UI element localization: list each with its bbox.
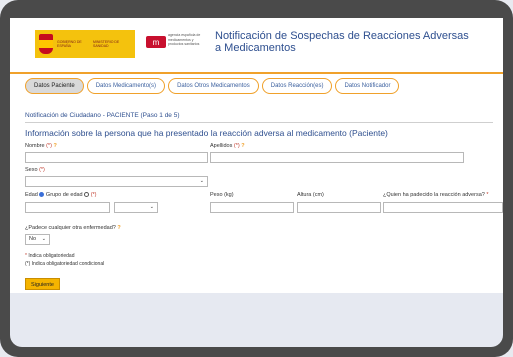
apellidos-input[interactable]: [210, 152, 464, 163]
header-divider: [10, 72, 503, 74]
altura-input[interactable]: [297, 202, 381, 213]
quien-input[interactable]: [383, 202, 503, 213]
otra-enfermedad-select[interactable]: No ⌄: [25, 234, 50, 245]
required-note: * Indica obligatoriedad: [25, 253, 75, 259]
apellidos-label: Apellidos (*) ?: [210, 143, 245, 149]
tab-datos-reacciones[interactable]: Datos Reacción(es): [261, 78, 333, 94]
aemps-logo-icon: m: [146, 36, 166, 48]
tab-datos-paciente[interactable]: Datos Paciente: [25, 78, 84, 94]
section-title: Información sobre la persona que ha pres…: [25, 128, 388, 138]
sexo-label: Sexo (*): [25, 167, 45, 173]
page-title: Notificación de Sospechas de Reacciones …: [215, 30, 469, 54]
help-icon[interactable]: ?: [53, 143, 56, 149]
edad-label: Edad Grupo de edad (*): [25, 192, 97, 198]
chevron-down-icon: ⌄: [41, 236, 46, 242]
tab-datos-otros-medicamentos[interactable]: Datos Otros Medicamentos: [168, 78, 259, 94]
sexo-select[interactable]: ⌄: [25, 176, 208, 187]
peso-label: Peso (kg): [210, 192, 234, 198]
conditional-note: (*) Indica obligatoriedad condicional: [25, 261, 105, 267]
quien-label: ¿Quien ha padecido la reacción adversa? …: [383, 192, 489, 198]
step-tabs: Datos Paciente Datos Medicamento(s) Dato…: [25, 78, 400, 94]
grupo-edad-radio[interactable]: [84, 192, 90, 198]
divider: [25, 122, 493, 123]
help-icon[interactable]: ?: [241, 143, 244, 149]
step-title: Notificación de Ciudadano - PACIENTE (Pa…: [25, 112, 180, 119]
nombre-input[interactable]: [25, 152, 208, 163]
peso-input[interactable]: [210, 202, 294, 213]
altura-label: Altura (cm): [297, 192, 324, 198]
app-window: GOBIERNO DE ESPAÑA MINISTERIO DE SANIDAD…: [10, 18, 503, 293]
nombre-label: Nombre (*) ?: [25, 143, 57, 149]
edad-input[interactable]: [25, 202, 110, 213]
chevron-down-icon: ⌄: [149, 204, 154, 210]
government-logo: GOBIERNO DE ESPAÑA MINISTERIO DE SANIDAD: [35, 30, 135, 58]
next-button[interactable]: Siguiente: [25, 278, 60, 290]
tab-datos-notificador[interactable]: Datos Notificador: [335, 78, 400, 94]
edad-unit-select[interactable]: ⌄: [114, 202, 158, 213]
agency-line: agencia española de medicamentos y produ…: [168, 33, 201, 46]
chevron-down-icon: ⌄: [199, 178, 204, 184]
edad-radio[interactable]: [39, 192, 45, 198]
bottom-panel: [10, 293, 503, 347]
coat-of-arms-icon: [39, 34, 53, 54]
svg-text:m: m: [153, 38, 160, 47]
gov-line: GOBIERNO DE ESPAÑA: [57, 40, 82, 48]
ministry-line: MINISTERIO DE SANIDAD: [93, 40, 120, 48]
otra-enfermedad-label: ¿Padece cualquier otra enfermedad? ?: [25, 225, 121, 231]
site-header: GOBIERNO DE ESPAÑA MINISTERIO DE SANIDAD…: [10, 18, 503, 74]
help-icon[interactable]: ?: [117, 225, 120, 231]
tab-datos-medicamentos[interactable]: Datos Medicamento(s): [86, 78, 166, 94]
